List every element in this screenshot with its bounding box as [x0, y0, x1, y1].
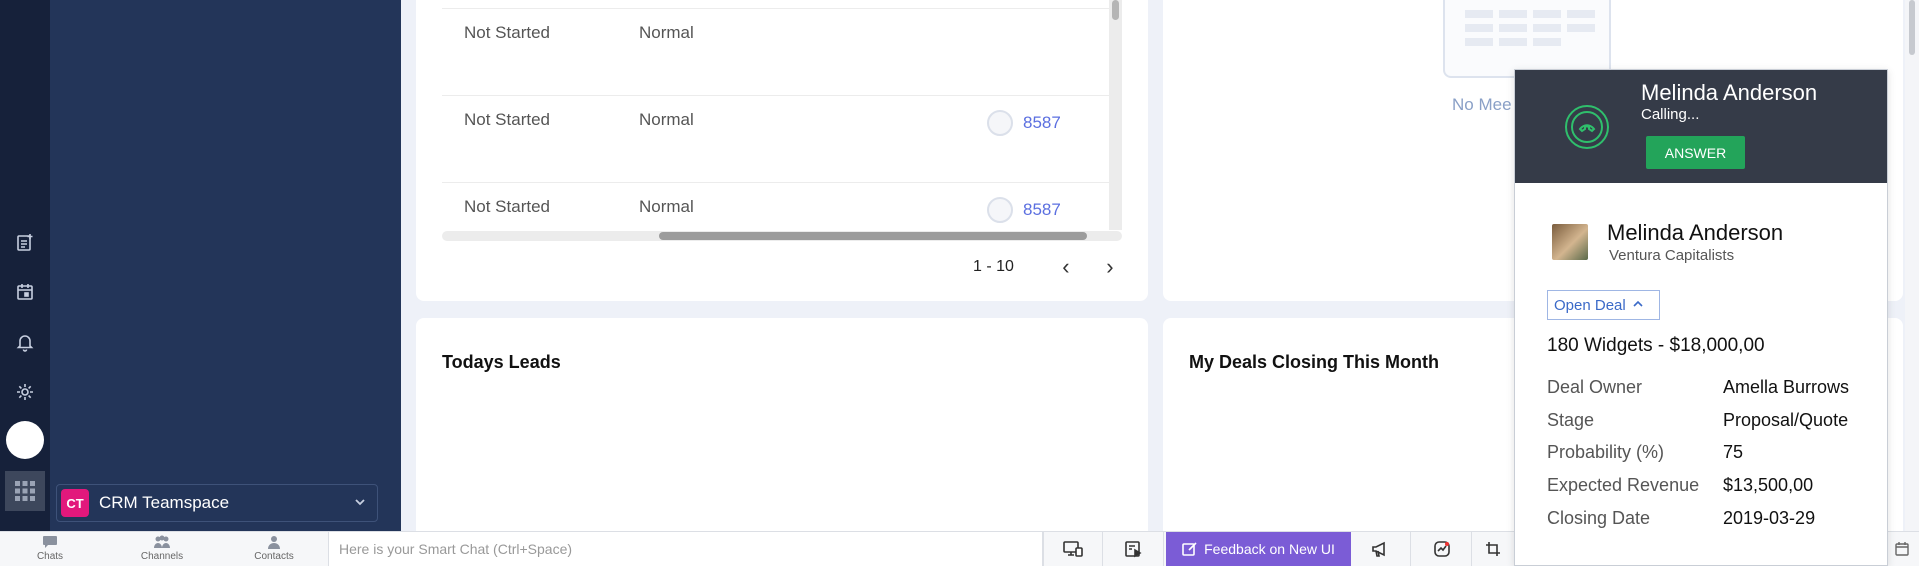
chevron-down-icon — [353, 495, 367, 514]
call-header: Melinda Anderson Calling... ANSWER — [1515, 70, 1887, 183]
calendar-mini-icon — [1895, 542, 1909, 556]
deal-title: 180 Widgets - $18,000,00 — [1547, 335, 1765, 356]
teamspace-selector[interactable]: CT CRM Teamspace — [56, 484, 378, 522]
user-avatar-icon — [987, 197, 1013, 223]
contact-photo — [1552, 224, 1588, 260]
settings-shortcut-button[interactable] — [1885, 532, 1919, 566]
scrollbar-thumb[interactable] — [1112, 0, 1119, 20]
detail-value: Proposal/Quote — [1723, 410, 1849, 430]
table-row[interactable]: Not Started Normal 8587 — [442, 96, 1122, 183]
task-status: Not Started — [464, 23, 550, 42]
feedback-button[interactable]: Feedback on New UI — [1166, 532, 1351, 566]
channels-tab[interactable]: Channels — [112, 535, 212, 562]
screen-share-button[interactable] — [1043, 532, 1103, 566]
pagination: 1 - 10 ‹ › — [973, 254, 1142, 280]
vertical-scrollbar[interactable] — [1109, 0, 1122, 230]
contacts-label: Contacts — [254, 551, 294, 562]
navigation-panel — [50, 0, 401, 531]
smart-chat-input[interactable]: Here is your Smart Chat (Ctrl+Space) — [328, 532, 1043, 566]
horizontal-scrollbar[interactable] — [442, 231, 1122, 241]
task-owner-id[interactable]: 8587 — [1023, 113, 1061, 133]
detail-label: Closing Date — [1547, 508, 1651, 528]
todays-leads-card: Todays Leads — [416, 318, 1148, 538]
card-title: Todays Leads — [442, 352, 561, 372]
task-owner[interactable]: 8587 — [987, 197, 1061, 223]
activity-icon — [1433, 541, 1450, 557]
task-status: Not Started — [464, 110, 550, 129]
crop-icon — [1486, 542, 1500, 556]
open-deal-toggle[interactable]: Open Deal — [1547, 290, 1660, 320]
teamspace-badge: CT — [61, 489, 89, 517]
announcements-button[interactable] — [1351, 532, 1411, 566]
contacts-tab[interactable]: Contacts — [224, 535, 324, 562]
scrollbar-thumb[interactable] — [659, 232, 1087, 240]
detail-label: Expected Revenue — [1547, 475, 1700, 495]
open-deal-label: Open Deal — [1554, 296, 1626, 314]
media-button[interactable] — [1104, 532, 1164, 566]
empty-meetings-illustration — [1443, 0, 1611, 78]
contact-name[interactable]: Melinda Anderson — [1607, 220, 1783, 246]
answer-button[interactable]: ANSWER — [1646, 136, 1745, 169]
detail-value: 75 — [1723, 442, 1744, 462]
detail-value: $13,500,00 — [1723, 475, 1814, 495]
task-status: Not Started — [464, 197, 550, 216]
gear-icon[interactable] — [13, 380, 37, 404]
detail-label: Probability (%) — [1547, 442, 1665, 462]
crop-button[interactable] — [1473, 532, 1513, 566]
scrollbar-thumb[interactable] — [1909, 0, 1915, 55]
page-scrollbar[interactable] — [1905, 0, 1919, 531]
chats-tab[interactable]: Chats — [0, 535, 100, 562]
chevron-up-icon — [1632, 298, 1644, 312]
detail-value: Amella Burrows — [1723, 377, 1850, 397]
task-priority: Normal — [639, 197, 694, 216]
page-range: 1 - 10 — [973, 258, 1014, 275]
task-priority: Normal — [639, 110, 694, 129]
chevron-right-icon[interactable]: › — [1098, 254, 1122, 280]
group-icon — [112, 535, 212, 551]
user-avatar[interactable] — [6, 421, 44, 459]
new-note-icon[interactable] — [13, 230, 37, 254]
detail-label: Deal Owner — [1547, 377, 1643, 397]
contact-company: Ventura Capitalists — [1609, 247, 1735, 264]
edit-icon — [1182, 542, 1197, 556]
megaphone-icon — [1371, 541, 1385, 557]
user-avatar-icon — [987, 110, 1013, 136]
phone-call-icon — [1565, 105, 1609, 149]
activity-button[interactable] — [1412, 532, 1472, 566]
chats-label: Chats — [36, 551, 64, 562]
teamspace-label: CRM Teamspace — [99, 493, 230, 512]
video-note-icon — [1124, 541, 1142, 558]
incoming-call-panel: Melinda Anderson Calling... ANSWER Melin… — [1514, 69, 1888, 566]
feedback-label: Feedback on New UI — [1204, 541, 1335, 557]
person-icon — [224, 535, 324, 551]
apps-grid-icon[interactable] — [5, 471, 45, 511]
empty-state-text: No Mee — [1452, 95, 1512, 114]
caller-name: Melinda Anderson — [1641, 80, 1818, 105]
channels-label: Channels — [140, 551, 184, 562]
card-title: My Deals Closing This Month — [1189, 352, 1440, 372]
detail-value: 2019-03-29 — [1723, 508, 1816, 528]
detail-label: Stage — [1547, 410, 1595, 430]
call-status: Calling... — [1641, 106, 1700, 123]
table-row[interactable]: Not Started Normal — [442, 9, 1122, 96]
left-icon-rail — [0, 0, 50, 531]
tasks-card: Not Started Normal Not Started Normal 85… — [416, 0, 1148, 301]
calendar-icon[interactable] — [13, 280, 37, 304]
chat-bubble-icon — [0, 535, 100, 551]
chevron-left-icon[interactable]: ‹ — [1054, 254, 1078, 280]
monitor-icon — [1063, 541, 1083, 557]
task-owner-id[interactable]: 8587 — [1023, 200, 1061, 220]
bell-icon[interactable] — [13, 330, 37, 354]
task-priority: Normal — [639, 23, 694, 42]
task-owner[interactable]: 8587 — [987, 110, 1061, 136]
